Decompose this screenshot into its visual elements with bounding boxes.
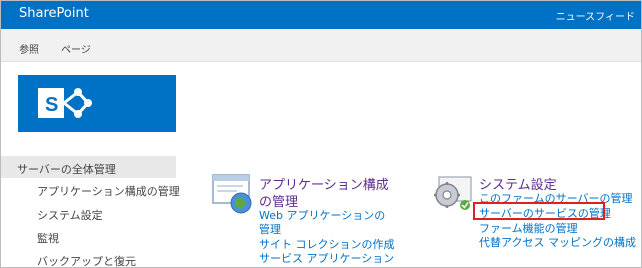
link-manage-web-apps-2[interactable]: 管理 — [259, 221, 281, 237]
link-configure-aam[interactable]: 代替アクセス マッピングの構成 — [479, 234, 636, 250]
suite-bar: SharePoint ニュースフィード — [1, 1, 641, 29]
tab-page[interactable]: ページ — [61, 41, 91, 56]
nav-system-settings[interactable]: システム設定 — [37, 207, 103, 223]
tab-browse[interactable]: 参照 — [19, 41, 39, 56]
nav-backup-restore[interactable]: バックアップと復元 — [37, 253, 136, 267]
sharepoint-brand[interactable]: SharePoint — [19, 6, 89, 21]
system-settings-icon — [434, 176, 472, 210]
svg-text:S: S — [45, 94, 58, 116]
page-frame: SharePoint ニュースフィード 参照 ページ S サーバーの全体管理 ア… — [0, 0, 642, 268]
ribbon: 参照 ページ — [1, 29, 641, 62]
newsfeed-link[interactable]: ニュースフィード — [556, 8, 635, 23]
link-service-applications[interactable]: サービス アプリケーション — [259, 250, 394, 266]
highlight-box — [473, 202, 605, 220]
sharepoint-logo-icon: S — [38, 88, 92, 118]
nav-app-management[interactable]: アプリケーション構成の管理 — [37, 183, 180, 199]
nav-central-admin[interactable]: サーバーの全体管理 — [17, 161, 116, 177]
application-config-icon — [212, 174, 252, 214]
sharepoint-logo[interactable]: S — [18, 75, 176, 132]
nav-monitoring[interactable]: 監視 — [37, 230, 59, 246]
